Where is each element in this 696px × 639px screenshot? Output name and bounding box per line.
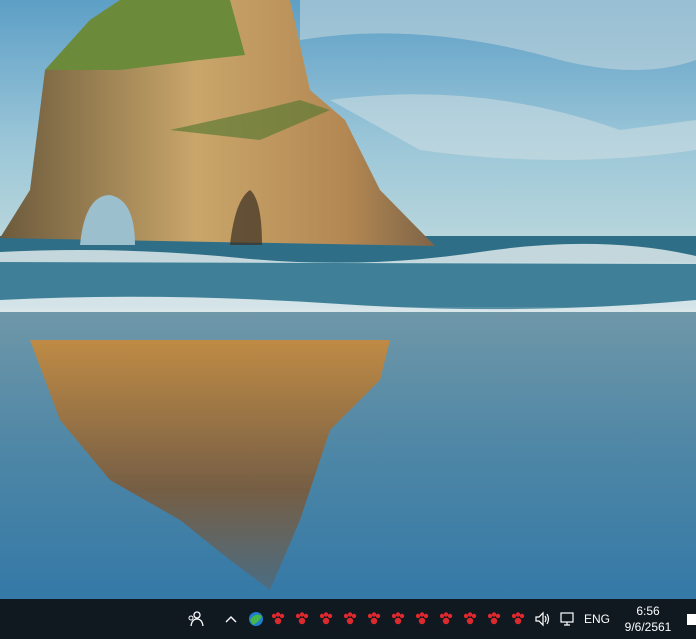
paw-tray-icon (271, 612, 285, 625)
speaker-icon (535, 611, 550, 627)
paw-tray-icon (511, 612, 525, 625)
paw-tray-icon (343, 612, 357, 625)
paw-tray-button[interactable] (483, 599, 505, 639)
paw-tray-icon (463, 612, 477, 625)
clock-time: 6:56 (636, 604, 660, 618)
paw-tray-icon (439, 612, 453, 625)
people-icon (188, 611, 204, 627)
paw-tray-icon (391, 612, 405, 625)
network-icon (560, 612, 574, 626)
paw-tray-icon (487, 612, 501, 625)
desktop-wallpaper (0, 0, 696, 599)
paw-tray-icon (367, 612, 381, 625)
globe-tray-icon (249, 612, 263, 626)
paw-tray-button[interactable] (267, 599, 289, 639)
language-label: ENG (583, 612, 610, 626)
clock[interactable]: 6:56 9/6/2561 (618, 599, 678, 639)
chevron-up-icon (225, 616, 237, 623)
paw-tray-button[interactable] (387, 599, 409, 639)
paw-tray-icon (319, 612, 333, 625)
globe-tray-button[interactable] (245, 599, 267, 639)
paw-tray-button[interactable] (339, 599, 361, 639)
clock-date: 9/6/2561 (624, 620, 672, 634)
paw-tray-button[interactable] (315, 599, 337, 639)
language-indicator[interactable]: ENG (582, 599, 612, 639)
paw-tray-button[interactable] (291, 599, 313, 639)
network-button[interactable] (557, 599, 579, 639)
wallpaper-image (0, 0, 696, 599)
taskbar: ENG 6:56 9/6/2561 (0, 599, 696, 639)
paw-tray-icon (295, 612, 309, 625)
people-button[interactable] (184, 599, 208, 639)
paw-tray-button[interactable] (459, 599, 481, 639)
paw-tray-button[interactable] (435, 599, 457, 639)
paw-tray-icon (415, 612, 429, 625)
notification-button[interactable] (686, 599, 696, 639)
paw-tray-button[interactable] (363, 599, 385, 639)
notification-icon (686, 613, 696, 625)
paw-tray-button[interactable] (411, 599, 433, 639)
show-hidden-icons-button[interactable] (222, 599, 240, 639)
volume-button[interactable] (532, 599, 554, 639)
paw-tray-button[interactable] (507, 599, 529, 639)
